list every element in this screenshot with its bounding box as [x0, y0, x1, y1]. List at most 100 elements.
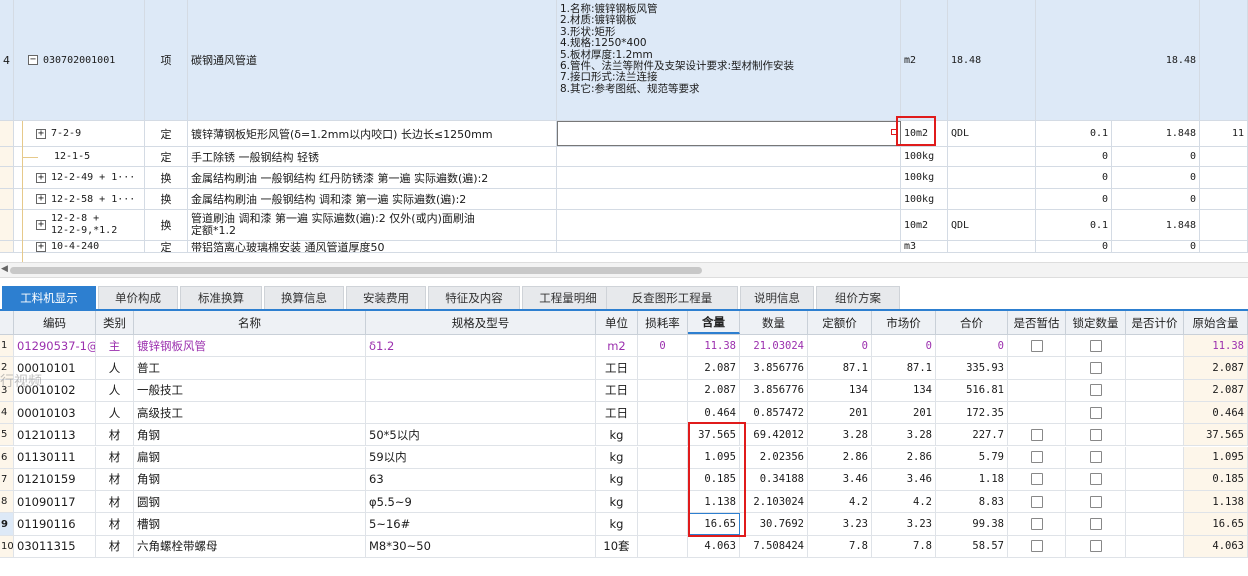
- tab-4[interactable]: 安装费用: [346, 286, 426, 309]
- material-cell-market[interactable]: 3.46: [872, 468, 936, 491]
- material-row[interactable]: 1 01290537-1@1 主 镀锌钢板风管 δ1.2 m2 0 11.38 21.03024…: [0, 335, 1248, 358]
- material-cell-quota[interactable]: 3.23: [808, 513, 872, 535]
- column-header-unit[interactable]: 单位: [596, 311, 638, 334]
- quota-cell-type[interactable]: 项: [145, 0, 188, 120]
- quota-cell-unit[interactable]: 100kg: [901, 147, 948, 166]
- quota-cell-code[interactable]: −030702001001: [14, 0, 145, 120]
- quota-row[interactable]: +10-4-240 定 带铝箔离心玻璃棉安装 通风管道厚度50 m3 0 0: [0, 241, 1248, 253]
- material-row[interactable]: 8 01090117 材 圆钢 φ5.5~9 kg 1.138 2.103024 4.2 4.2 8…: [0, 491, 1248, 514]
- material-row[interactable]: 6 01130111 材 扁钢 59以内 kg 1.095 2.02356 2.86 2.86 5.…: [0, 446, 1248, 469]
- column-header-quota[interactable]: 定额价: [808, 311, 872, 334]
- material-cell-total[interactable]: 5.79: [936, 446, 1008, 468]
- material-cell-name[interactable]: 普工: [134, 357, 366, 379]
- checkbox[interactable]: [1089, 540, 1102, 553]
- quota-cell-type[interactable]: 定: [145, 147, 188, 166]
- expand-icon[interactable]: +: [36, 172, 46, 183]
- material-cell-loss[interactable]: [638, 446, 688, 468]
- material-cell-unit[interactable]: kg: [596, 491, 638, 513]
- tab-9[interactable]: 组价方案: [816, 286, 900, 309]
- material-cell-orig[interactable]: 1.138: [1184, 491, 1248, 513]
- material-cell-quota[interactable]: 87.1: [808, 357, 872, 379]
- quota-cell-type[interactable]: 换: [145, 189, 188, 209]
- checkbox[interactable]: [1089, 428, 1102, 441]
- quota-cell-qty[interactable]: 0: [1036, 147, 1112, 166]
- quota-cell-expr[interactable]: [948, 147, 1036, 166]
- resize-handle[interactable]: [891, 129, 897, 135]
- quota-cell-qty2[interactable]: 0: [1112, 167, 1200, 188]
- material-cell-qty[interactable]: 7.508424: [740, 535, 808, 557]
- quota-cell-qty[interactable]: 0: [1036, 167, 1112, 188]
- expand-icon[interactable]: +: [36, 128, 46, 139]
- tab-5[interactable]: 特征及内容: [428, 286, 520, 309]
- material-cell-orig[interactable]: 0.185: [1184, 468, 1248, 491]
- material-cell-quota[interactable]: 134: [808, 379, 872, 401]
- material-cell-lock[interactable]: [1066, 357, 1126, 379]
- material-cell-code[interactable]: 01210113: [14, 424, 96, 446]
- material-cell-unit[interactable]: kg: [596, 468, 638, 491]
- material-cell-cat[interactable]: 材: [96, 446, 134, 468]
- material-cell-unit[interactable]: kg: [596, 424, 638, 446]
- material-cell-cat[interactable]: 人: [96, 379, 134, 401]
- quota-cell-name[interactable]: 镀锌薄钢板矩形风管(δ=1.2mm以内咬口) 长边长≤1250mm: [188, 121, 557, 146]
- material-cell-qty[interactable]: 30.7692: [740, 513, 808, 535]
- material-cell-orig[interactable]: 0.464: [1184, 401, 1248, 424]
- checkbox[interactable]: [1089, 361, 1102, 374]
- material-cell-qty[interactable]: 3.856776: [740, 357, 808, 379]
- material-cell-total[interactable]: 8.83: [936, 491, 1008, 513]
- quota-cell-code[interactable]: +12-2-49 + 1···: [14, 167, 145, 188]
- quota-cell-desc[interactable]: 1.名称:镀锌钢板风管 2.材质:镀锌钢板 3.形状:矩形 4.规格:1250*…: [557, 0, 901, 120]
- scroll-left-icon[interactable]: ◀: [1, 264, 8, 274]
- material-cell-cat[interactable]: 人: [96, 357, 134, 379]
- material-cell-loss[interactable]: [638, 535, 688, 557]
- material-cell-content[interactable]: 11.38: [688, 335, 740, 357]
- checkbox[interactable]: [1089, 384, 1102, 397]
- material-cell-unit[interactable]: 工日: [596, 401, 638, 424]
- material-cell-spec[interactable]: 59以内: [366, 446, 596, 468]
- quota-cell-type[interactable]: 定: [145, 121, 188, 146]
- material-cell-cat[interactable]: 材: [96, 535, 134, 557]
- material-cell-cat[interactable]: 人: [96, 401, 134, 424]
- tab-6[interactable]: 工程量明细: [522, 286, 614, 309]
- material-cell-est[interactable]: [1008, 535, 1066, 557]
- material-cell-est[interactable]: [1008, 424, 1066, 446]
- quota-cell-qty[interactable]: 0: [1036, 241, 1112, 252]
- column-header-orig[interactable]: 原始含量: [1184, 311, 1248, 334]
- quota-row[interactable]: +12-2-8 + 12-2-9,*1.2 换 管道刷油 调和漆 第一遍 实际遍数(…: [0, 210, 1248, 241]
- material-cell-qty[interactable]: 0.857472: [740, 401, 808, 424]
- material-cell-quota[interactable]: 3.46: [808, 468, 872, 491]
- material-cell-priced[interactable]: [1126, 401, 1184, 424]
- material-cell-loss[interactable]: [638, 513, 688, 535]
- column-header-content[interactable]: 含量: [688, 311, 740, 334]
- quota-cell-expr[interactable]: QDL: [948, 121, 1036, 146]
- material-cell-est[interactable]: [1008, 335, 1066, 357]
- column-header-name[interactable]: 名称: [134, 311, 366, 334]
- checkbox[interactable]: [1089, 495, 1102, 508]
- material-cell-total[interactable]: 227.7: [936, 424, 1008, 446]
- material-cell-content[interactable]: 2.087: [688, 379, 740, 401]
- material-cell-code[interactable]: 01290537-1@1: [14, 335, 96, 357]
- material-cell-spec[interactable]: φ5.5~9: [366, 491, 596, 513]
- material-cell-spec[interactable]: 50*5以内: [366, 424, 596, 446]
- material-cell-total[interactable]: 0: [936, 335, 1008, 357]
- quota-cell-code[interactable]: +12-2-58 + 1···: [14, 189, 145, 209]
- material-cell-name[interactable]: 一般技工: [134, 379, 366, 401]
- material-cell-total[interactable]: 1.18: [936, 468, 1008, 491]
- material-cell-total[interactable]: 172.35: [936, 401, 1008, 424]
- quota-cell-expr[interactable]: 18.48: [948, 0, 1036, 120]
- material-cell-lock[interactable]: [1066, 335, 1126, 357]
- quota-cell-expr[interactable]: [948, 189, 1036, 209]
- material-cell-quota[interactable]: 2.86: [808, 446, 872, 468]
- quota-cell-expr[interactable]: [948, 167, 1036, 188]
- material-cell-lock[interactable]: [1066, 468, 1126, 491]
- material-cell-lock[interactable]: [1066, 401, 1126, 424]
- material-cell-total[interactable]: 99.38: [936, 513, 1008, 535]
- material-cell-qty[interactable]: 2.02356: [740, 446, 808, 468]
- material-cell-name[interactable]: 角钢: [134, 424, 366, 446]
- material-cell-lock[interactable]: [1066, 379, 1126, 401]
- tab-1[interactable]: 单价构成: [98, 286, 178, 309]
- quota-row[interactable]: +7-2-9 定 镀锌薄钢板矩形风管(δ=1.2mm以内咬口) 长边长≤1250mm…: [0, 121, 1248, 147]
- material-cell-total[interactable]: 516.81: [936, 379, 1008, 401]
- material-cell-orig[interactable]: 4.063: [1184, 535, 1248, 557]
- material-cell-loss[interactable]: [638, 424, 688, 446]
- material-cell-loss[interactable]: [638, 379, 688, 401]
